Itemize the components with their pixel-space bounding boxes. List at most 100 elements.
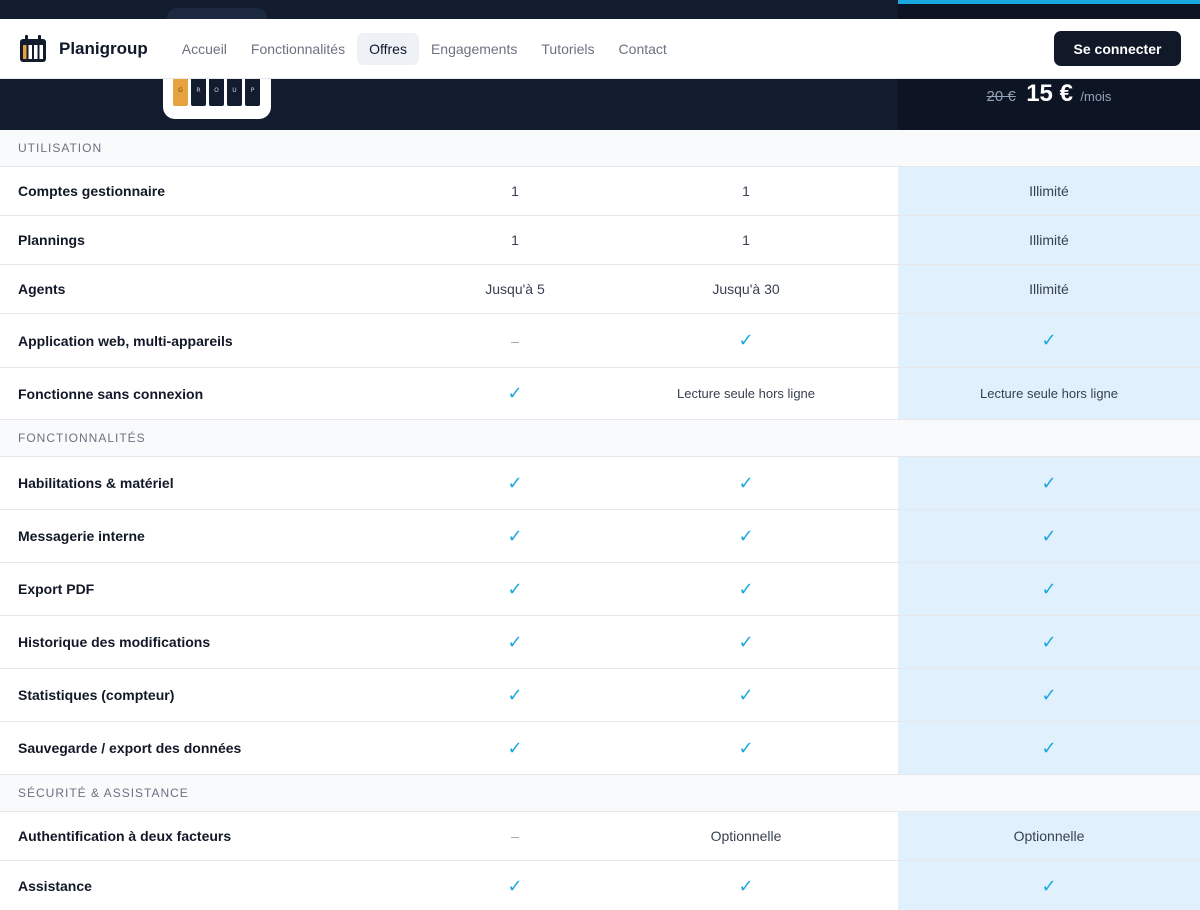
nav-item-contact[interactable]: Contact [607,33,679,65]
nav-item-accueil[interactable]: Accueil [170,33,239,65]
plan-3-cell: Optionnelle [898,812,1200,860]
feature-label: Messagerie interne [18,528,145,544]
section-title: SÉCURITÉ & ASSISTANCE [18,786,189,800]
plan-1-cell: ✓ [400,669,630,721]
plan-2-cell [630,130,862,166]
logo-letter: U [227,76,242,106]
plan-2-cell: ✓ [630,563,862,615]
pro-plan-accent-line [898,0,1200,4]
table-row: Agents Jusqu'à 5 Jusqu'à 30 Illimité [0,265,1200,314]
plan-3-cell [898,775,1200,811]
plan-1-cell: ✓ [400,616,630,668]
nav-item-engagements[interactable]: Engagements [419,33,529,65]
brand-link[interactable]: Planigroup [18,34,148,64]
check-icon: ✓ [507,631,523,653]
plan-1-cell: 1 [400,167,630,215]
logo-letter: O [209,76,224,106]
plan-2-cell: Optionnelle [630,812,862,860]
table-row: Assistance ✓ ✓ ✓ [0,861,1200,910]
plan-3-cell: Illimité [898,265,1200,313]
plan-2-cell: Lecture seule hors ligne [630,368,862,419]
plan-3-cell: Illimité [898,167,1200,215]
plan-comparison-table: UTILISATION Comptes gestionnaire 1 1 Illimit… [0,130,1200,910]
calendar-icon [18,34,48,64]
plan-2-cell: 1 [630,167,862,215]
plan-2-cell: ✓ [630,722,862,774]
plan-3-cell: ✓ [898,616,1200,668]
check-icon: ✓ [1041,330,1057,351]
plan-3-cell: Lecture seule hors ligne [898,368,1200,419]
check-icon: ✓ [507,472,523,494]
plan-1-cell: ✓ [400,563,630,615]
plan-3-cell: ✓ [898,669,1200,721]
plan-2-cell: ✓ [630,314,862,367]
section-title: UTILISATION [18,141,103,155]
plan-3-cell: ✓ [898,861,1200,910]
plan-logo-letters: G R O U P [173,76,260,106]
feature-label: Authentification à deux facteurs [18,828,232,844]
check-icon: ✓ [738,472,754,494]
check-icon: ✓ [738,737,754,759]
plan-2-cell: ✓ [630,616,862,668]
table-row: Habilitations & matériel ✓ ✓ ✓ [0,457,1200,510]
table-row: Export PDF ✓ ✓ ✓ [0,563,1200,616]
cell-value: Lecture seule hors ligne [676,386,816,401]
plan-1-cell [400,420,630,456]
check-icon: ✓ [1041,472,1057,494]
plan-1-cell: ✓ [400,722,630,774]
plan-3-cell: ✓ [898,314,1200,367]
check-icon: ✓ [1041,525,1057,547]
cell-value: Jusqu'à 30 [712,281,780,297]
feature-label: Comptes gestionnaire [18,183,166,199]
pro-plan-price: 20 € 15 € /mois [898,80,1200,108]
plan-1-cell [400,130,630,166]
plan-2-cell [630,420,862,456]
plan-2-cell: ✓ [630,861,862,910]
check-icon: ✓ [738,684,754,706]
table-row: Statistiques (compteur) ✓ ✓ ✓ [0,669,1200,722]
nav-item-offres[interactable]: Offres [357,32,419,65]
nav-item-tutoriels[interactable]: Tutoriels [529,33,606,65]
cell-value: 1 [511,183,519,199]
feature-label: Habilitations & matériel [18,475,174,491]
new-price: 15 € [1026,80,1073,107]
old-price: 20 € [986,88,1016,105]
section-header-row: FONCTIONNALITÉS [0,420,1200,457]
check-icon: ✓ [738,330,754,351]
feature-label: Application web, multi-appareils [18,332,233,349]
check-icon: ✓ [738,631,754,653]
feature-label: Assistance [18,878,92,894]
plan-1-cell: ✓ [400,368,630,419]
feature-label: Export PDF [18,581,95,597]
login-button[interactable]: Se connecter [1054,31,1181,66]
plan-1-cell: – [400,314,630,367]
cell-value: Illimité [1029,232,1069,248]
logo-letter: G [173,76,188,106]
check-icon: ✓ [1041,684,1057,706]
cell-value: Optionnelle [710,828,782,844]
plan-3-cell [898,420,1200,456]
check-icon: ✓ [507,525,523,547]
check-icon: ✓ [738,875,754,897]
nav-item-fonctionnalites[interactable]: Fonctionnalités [239,33,357,65]
plan-1-cell: ✓ [400,861,630,910]
table-row: Historique des modifications ✓ ✓ ✓ [0,616,1200,669]
plan-3-cell [898,130,1200,166]
check-icon: ✓ [738,525,754,547]
check-icon: ✓ [738,578,754,600]
plan-2-cell: 1 [630,216,862,264]
cell-value: Jusqu'à 5 [485,281,545,297]
table-row: Authentification à deux facteurs – Optionn… [0,812,1200,861]
cell-value: 1 [742,232,750,248]
cell-value: 1 [742,183,750,199]
section-header-row: UTILISATION [0,130,1200,167]
plan-2-cell: Jusqu'à 30 [630,265,862,313]
cell-value: Illimité [1029,281,1069,297]
plan-1-cell: ✓ [400,457,630,509]
plan-1-cell: ✓ [400,510,630,562]
check-icon: ✓ [507,684,523,706]
check-icon: ✓ [1041,875,1057,897]
feature-label: Agents [18,281,66,297]
check-icon: ✓ [1041,631,1057,653]
logo-letter: R [191,76,206,106]
